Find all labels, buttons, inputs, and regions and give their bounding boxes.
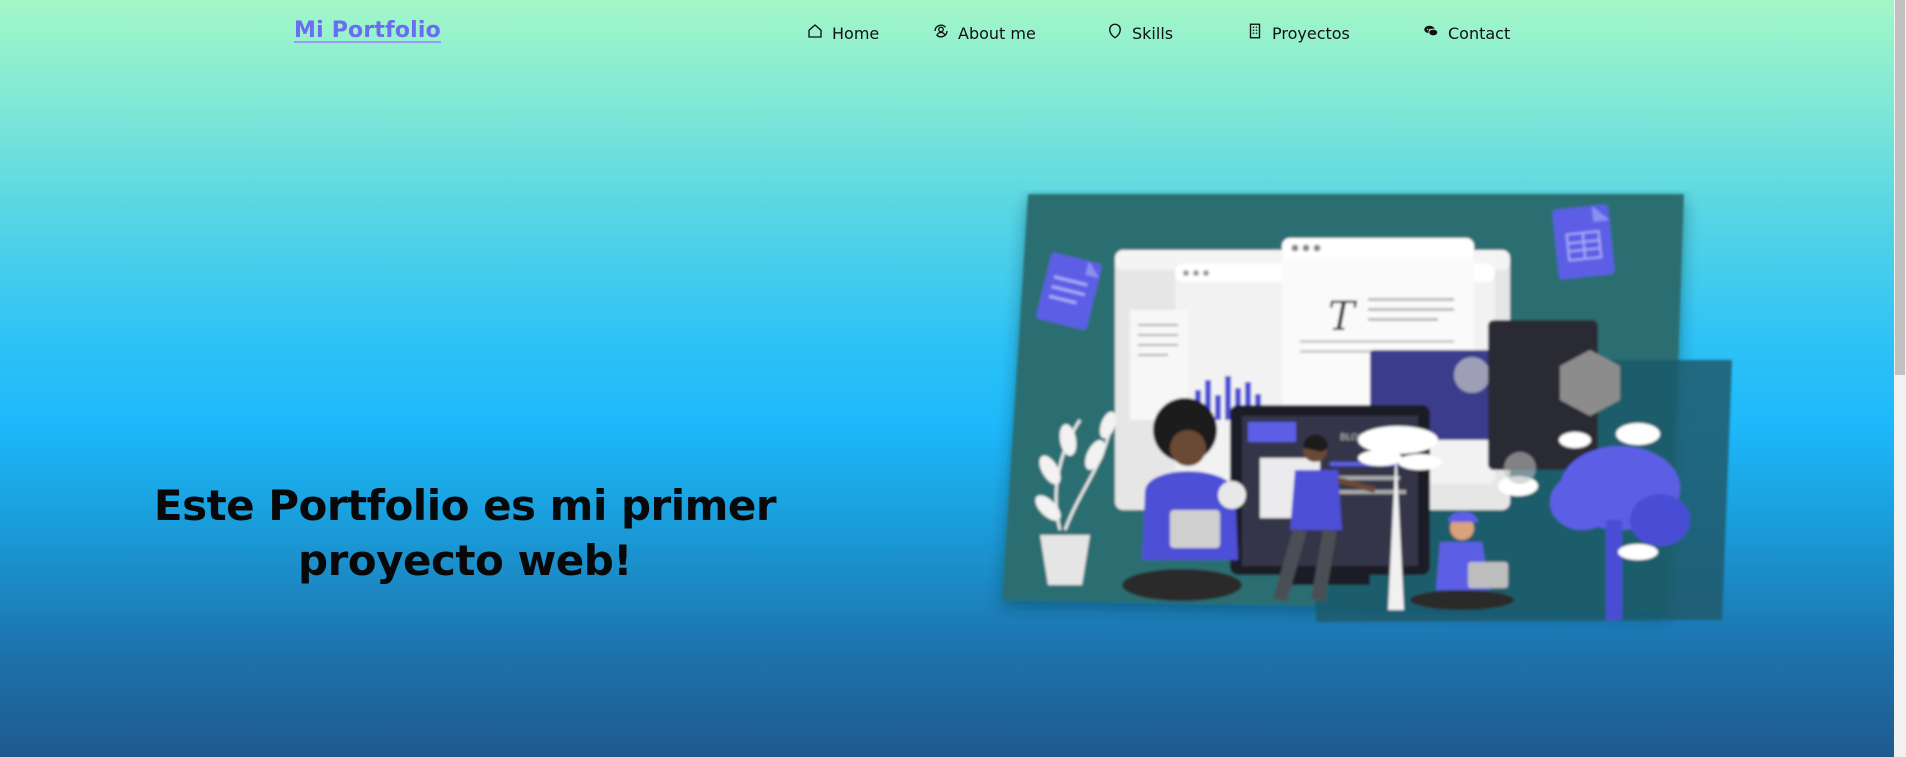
nav-item-label: Contact	[1448, 23, 1511, 43]
nav-item-skills[interactable]: Skills	[1106, 22, 1173, 44]
home-icon	[806, 22, 824, 44]
nav-item-proyectos[interactable]: Proyectos	[1246, 22, 1350, 44]
hero-illustration: T BLOG	[970, 190, 1740, 630]
nav-item-label: Proyectos	[1272, 23, 1350, 43]
user-cycle-icon	[932, 22, 950, 44]
nav-item-home[interactable]: Home	[806, 22, 879, 44]
cloud-graphic	[1618, 544, 1658, 560]
cloud-graphic	[1616, 423, 1660, 445]
chat-icon	[1422, 22, 1440, 44]
shield-icon	[1106, 22, 1124, 44]
nav-item-label: About me	[958, 23, 1036, 43]
hero-title: Este Portfolio es mi primer proyecto web…	[140, 478, 790, 588]
page: Mi Portfolio Home About me Skills Proyec…	[0, 0, 1894, 757]
hero-title-line-1: Este Portfolio es mi primer	[153, 481, 777, 530]
nav-item-about-me[interactable]: About me	[932, 22, 1036, 44]
nav-item-label: Home	[832, 23, 880, 43]
illustration-heading-glyph: T	[1328, 294, 1358, 340]
spreadsheet-icon	[1552, 204, 1615, 280]
scrollbar-thumb[interactable]	[1895, 0, 1905, 375]
hero-title-line-2: proyecto web!	[298, 536, 632, 585]
nav-item-contact[interactable]: Contact	[1422, 22, 1510, 44]
brand-logo-link[interactable]: Mi Portfolio	[294, 18, 441, 43]
building-icon	[1246, 22, 1264, 44]
page-scrollbar[interactable]	[1894, 0, 1906, 757]
nav-item-label: Skills	[1132, 23, 1174, 43]
cloud-graphic	[1559, 432, 1591, 448]
